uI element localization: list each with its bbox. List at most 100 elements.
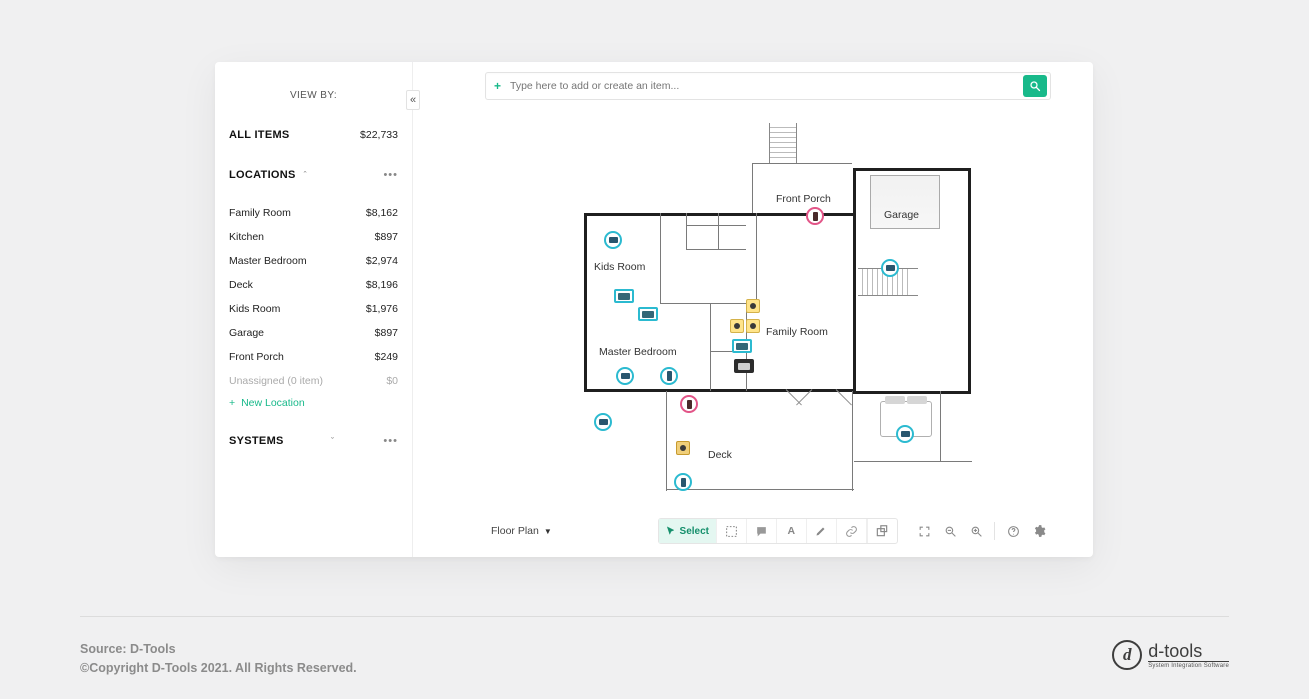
device-marker[interactable] [614, 289, 634, 303]
shape-tool-button[interactable] [867, 519, 897, 543]
device-marker[interactable] [806, 207, 824, 225]
device-marker[interactable] [746, 299, 760, 313]
shape-icon [875, 524, 889, 538]
view-by-label: VIEW BY: [229, 90, 398, 101]
logo-subtitle: System Integration Software [1148, 663, 1229, 669]
wall [718, 213, 719, 249]
wall [852, 391, 853, 491]
location-row[interactable]: Garage $897 [229, 321, 398, 345]
location-name: Master Bedroom [229, 255, 307, 267]
wall [666, 489, 854, 490]
room-label-deck: Deck [708, 449, 732, 461]
location-price: $897 [375, 327, 398, 339]
wall [853, 391, 971, 394]
wall [756, 213, 757, 303]
device-marker[interactable] [730, 319, 744, 333]
location-name: Family Room [229, 207, 291, 219]
device-marker[interactable] [881, 259, 899, 277]
systems-header[interactable]: SYSTEMS ˇ ••• [229, 435, 398, 447]
view-selector[interactable]: Floor Plan ▼ [485, 525, 558, 537]
floor-plan-canvas[interactable]: Front Porch Garage [485, 112, 1051, 517]
location-row[interactable]: Family Room $8,162 [229, 201, 398, 225]
comment-icon [755, 525, 768, 538]
location-price: $2,974 [366, 255, 398, 267]
location-name: Kids Room [229, 303, 280, 315]
location-row-unassigned[interactable]: Unassigned (0 item) $0 [229, 369, 398, 393]
device-marker[interactable] [680, 395, 698, 413]
marquee-tool-button[interactable] [717, 519, 747, 543]
systems-label: SYSTEMS [229, 435, 284, 447]
all-items-label: ALL ITEMS [229, 129, 290, 141]
wall [660, 303, 758, 304]
wall [752, 163, 753, 213]
locations-label: LOCATIONS [229, 169, 296, 181]
footer-divider [80, 616, 1229, 617]
wall [853, 168, 856, 214]
location-row[interactable]: Master Bedroom $2,974 [229, 249, 398, 273]
stairs-icon [769, 123, 797, 163]
divider [994, 522, 995, 540]
room-label-master-bedroom: Master Bedroom [599, 346, 677, 358]
location-price: $1,976 [366, 303, 398, 315]
help-button[interactable] [1001, 519, 1025, 543]
locations-list: Family Room $8,162 Kitchen $897 Master B… [229, 201, 398, 393]
device-marker[interactable] [638, 307, 658, 321]
device-marker[interactable] [746, 319, 760, 333]
add-location-label: New Location [241, 397, 305, 409]
logo-letter: d [1123, 645, 1132, 665]
device-marker[interactable] [732, 339, 752, 353]
device-marker[interactable] [674, 473, 692, 491]
device-marker[interactable] [604, 231, 622, 249]
device-marker[interactable] [616, 367, 634, 385]
locations-more-icon[interactable]: ••• [383, 169, 398, 181]
logo-text-group: d-tools System Integration Software [1148, 642, 1229, 669]
wall [666, 391, 667, 491]
location-row[interactable]: Kids Room $1,976 [229, 297, 398, 321]
location-name: Kitchen [229, 231, 264, 243]
pencil-tool-button[interactable] [807, 519, 837, 543]
search-button[interactable] [1023, 75, 1047, 97]
comment-tool-button[interactable] [747, 519, 777, 543]
device-marker[interactable] [676, 441, 690, 455]
zoom-in-button[interactable] [964, 519, 988, 543]
device-marker[interactable] [594, 413, 612, 431]
wall [854, 461, 972, 462]
wall [940, 391, 941, 461]
wall [584, 213, 587, 391]
item-search-bar[interactable]: + [485, 72, 1051, 100]
gear-icon [1032, 524, 1046, 538]
canvas-toolbar: Floor Plan ▼ Select A [485, 517, 1051, 545]
settings-button[interactable] [1027, 519, 1051, 543]
link-tool-button[interactable] [837, 519, 867, 543]
text-icon: A [787, 525, 795, 537]
room-label-kids-room: Kids Room [594, 261, 645, 273]
all-items-row[interactable]: ALL ITEMS $22,733 [229, 129, 398, 141]
fullscreen-icon [918, 525, 931, 538]
wall [686, 213, 687, 249]
item-search-input[interactable] [508, 79, 1020, 93]
add-location-button[interactable]: + New Location [229, 397, 398, 409]
location-row[interactable]: Deck $8,196 [229, 273, 398, 297]
device-marker[interactable] [660, 367, 678, 385]
text-tool-button[interactable]: A [777, 519, 807, 543]
wall [710, 303, 711, 391]
footer-source: Source: D-Tools [80, 640, 357, 659]
brand-logo: d d-tools System Integration Software [1112, 640, 1229, 670]
systems-more-icon[interactable]: ••• [383, 435, 398, 447]
location-price: $8,196 [366, 279, 398, 291]
logo-text: d-tools [1148, 642, 1229, 662]
locations-header[interactable]: LOCATIONS ˆ ••• [229, 169, 398, 181]
location-price: $0 [386, 375, 398, 387]
tool-group: Select A [658, 518, 898, 544]
zoom-out-button[interactable] [938, 519, 962, 543]
logo-badge-icon: d [1112, 640, 1142, 670]
location-row[interactable]: Kitchen $897 [229, 225, 398, 249]
device-marker[interactable] [896, 425, 914, 443]
fullscreen-button[interactable] [912, 519, 936, 543]
select-tool-button[interactable]: Select [659, 519, 717, 543]
device-marker[interactable] [734, 359, 754, 373]
wall [686, 225, 746, 226]
zoom-group [912, 519, 1051, 543]
room-label-front-porch: Front Porch [776, 193, 831, 205]
location-row[interactable]: Front Porch $249 [229, 345, 398, 369]
